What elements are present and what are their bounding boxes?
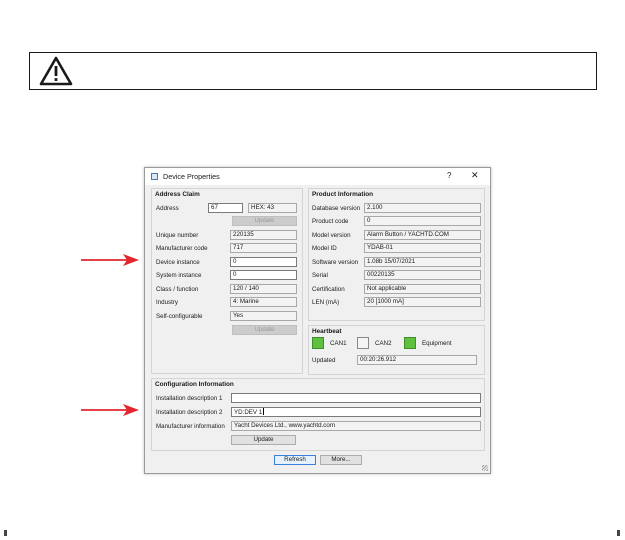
address-input[interactable]: 67 <box>208 203 243 213</box>
industry-value: 4: Marine <box>230 297 297 307</box>
class-function-label: Class / function <box>156 286 199 293</box>
unique-number-label: Unique number <box>156 232 199 239</box>
model-version-value: Alarm Button / YACHTD.COM <box>364 230 481 240</box>
product-information-group: Product Information Database version 2.1… <box>308 188 485 321</box>
self-configurable-value: Yes <box>230 311 297 321</box>
class-function-value: 120 / 140 <box>230 284 297 294</box>
equipment-indicator <box>404 337 416 349</box>
installation-description-1-input[interactable] <box>231 393 481 403</box>
warning-box <box>29 52 597 90</box>
database-version-label: Database version <box>312 205 361 212</box>
address-label: Address <box>156 205 179 212</box>
can1-label: CAN1 <box>330 340 347 347</box>
can1-indicator <box>312 337 324 349</box>
page-corner-mark-right <box>617 530 620 536</box>
software-version-value: 1.08b 15/07/2021 <box>364 257 481 267</box>
certification-value: Not applicable <box>364 284 481 294</box>
device-instance-label: Device instance <box>156 259 200 266</box>
more-button[interactable]: More... <box>320 455 362 465</box>
serial-value: 00220135 <box>364 270 481 280</box>
address-claim-group: Address Claim Address 67 HEX: 43 Update … <box>151 188 303 374</box>
unique-number-value: 220135 <box>230 230 297 240</box>
instance-update-button[interactable]: Update <box>232 325 297 335</box>
warning-triangle-icon <box>39 56 73 86</box>
title-bar: Device Properties ? ✕ <box>145 168 490 185</box>
app-icon <box>151 173 158 180</box>
configuration-information-group: Configuration Information Installation d… <box>151 378 485 451</box>
manufacturer-information-value: Yacht Devices Ltd., www.yachtd.com <box>231 421 481 431</box>
can2-indicator <box>357 337 369 349</box>
product-code-label: Product code <box>312 218 349 225</box>
page-corner-mark-left <box>4 530 7 536</box>
resize-grip[interactable] <box>482 465 488 471</box>
device-properties-dialog: Device Properties ? ✕ Address Claim Addr… <box>144 167 491 474</box>
self-configurable-label: Self-configurable <box>156 313 203 320</box>
serial-label: Serial <box>312 272 328 279</box>
equipment-label: Equipment <box>422 340 452 347</box>
installation-description-2-label: Installation description 2 <box>156 409 223 416</box>
manufacturer-code-label: Manufacturer code <box>156 245 208 252</box>
configuration-information-title: Configuration Information <box>155 381 234 388</box>
configuration-update-button[interactable]: Update <box>231 435 296 445</box>
model-version-label: Model version <box>312 232 351 239</box>
hex-value: HEX: 43 <box>248 203 297 213</box>
manufacturer-information-label: Manufacturer information <box>156 423 225 430</box>
address-claim-title: Address Claim <box>155 191 200 198</box>
can2-label: CAN2 <box>375 340 392 347</box>
device-instance-arrow <box>81 253 139 267</box>
len-label: LEN (mA) <box>312 299 340 306</box>
updated-value: 00:20:26.912 <box>357 355 477 365</box>
product-code-value: 0 <box>364 216 481 226</box>
refresh-button[interactable]: Refresh <box>274 455 316 465</box>
close-icon[interactable]: ✕ <box>471 170 479 181</box>
installation-description-2-input[interactable]: YD:DEV 1 <box>231 407 481 417</box>
product-information-title: Product Information <box>312 191 374 198</box>
system-instance-input[interactable]: 0 <box>230 270 297 280</box>
model-id-value: YDAB-01 <box>364 243 481 253</box>
help-button[interactable]: ? <box>447 171 451 180</box>
installation-description-arrow <box>81 403 139 417</box>
len-value: 20 [1000 mA] <box>364 297 481 307</box>
text-cursor <box>263 408 265 415</box>
model-id-label: Model ID <box>312 245 337 252</box>
software-version-label: Software version <box>312 259 359 266</box>
manufacturer-code-value: 717 <box>230 243 297 253</box>
dialog-title: Device Properties <box>163 172 220 181</box>
system-instance-label: System instance <box>156 272 202 279</box>
heartbeat-group: Heartbeat CAN1 CAN2 Equipment Updated 00… <box>308 325 485 375</box>
certification-label: Certification <box>312 286 345 293</box>
industry-label: Industry <box>156 299 179 306</box>
installation-description-1-label: Installation description 1 <box>156 395 223 402</box>
address-update-button[interactable]: Update <box>232 216 297 226</box>
device-instance-input[interactable]: 0 <box>230 257 297 267</box>
database-version-value: 2.100 <box>364 203 481 213</box>
updated-label: Updated <box>312 357 336 364</box>
heartbeat-title: Heartbeat <box>312 328 342 335</box>
